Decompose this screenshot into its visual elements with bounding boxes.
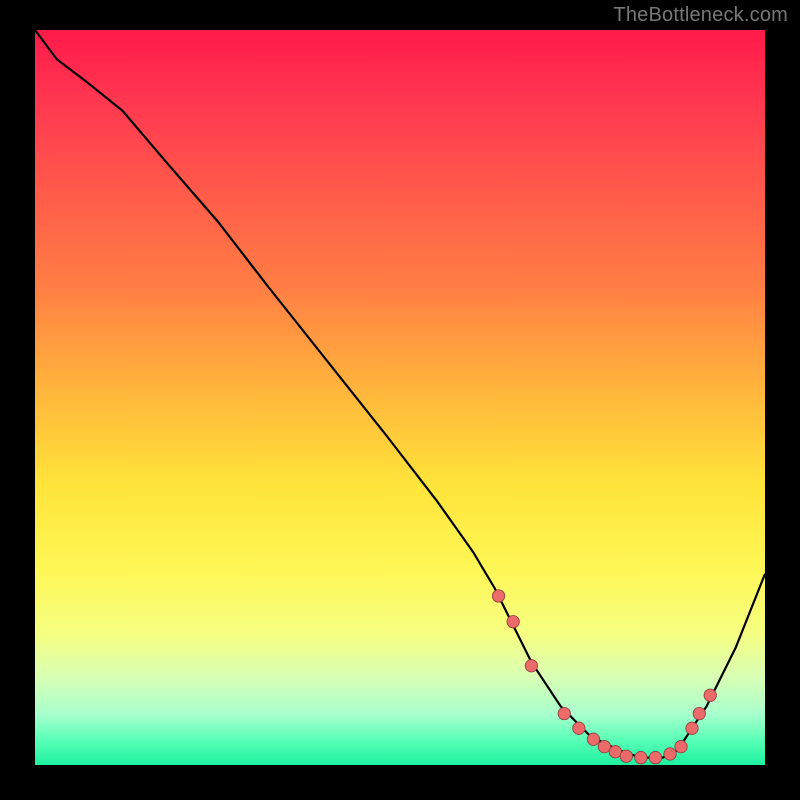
marker-dot xyxy=(507,615,519,627)
marker-dot xyxy=(675,740,687,752)
marker-dot xyxy=(635,751,647,763)
marker-dot xyxy=(693,707,705,719)
marker-dot xyxy=(609,746,621,758)
watermark-text: TheBottleneck.com xyxy=(613,4,788,27)
marker-dot xyxy=(649,751,661,763)
gradient-rect xyxy=(35,30,765,765)
marker-dot xyxy=(620,750,632,762)
marker-dot xyxy=(558,707,570,719)
marker-dot xyxy=(686,722,698,734)
marker-dot xyxy=(587,733,599,745)
marker-dot xyxy=(525,660,537,672)
chart-stage: TheBottleneck.com xyxy=(0,0,800,800)
marker-dot xyxy=(573,722,585,734)
marker-dot xyxy=(704,689,716,701)
marker-dot xyxy=(492,590,504,602)
plot-frame xyxy=(35,30,765,765)
marker-dot xyxy=(664,748,676,760)
marker-dot xyxy=(598,740,610,752)
plot-svg xyxy=(35,30,765,765)
